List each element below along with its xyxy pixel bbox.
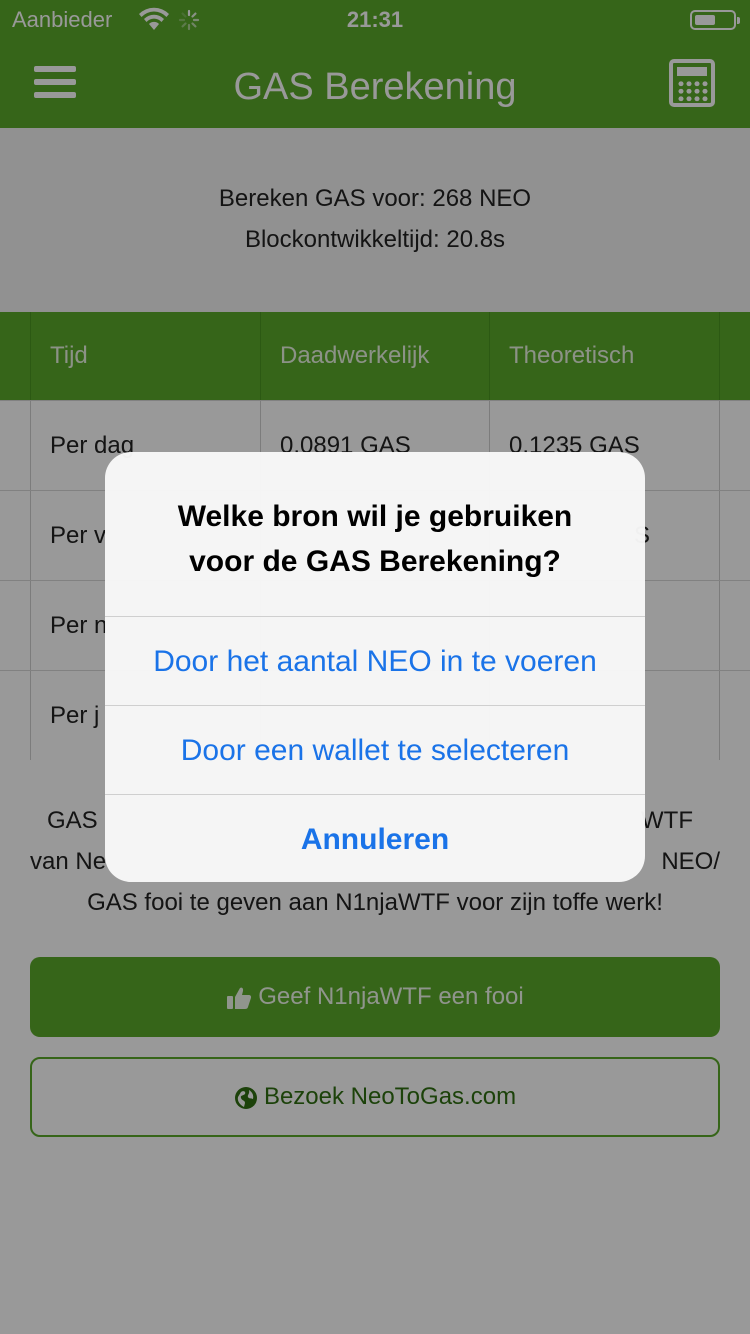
source-selection-alert: Welke bron wil je gebruiken voor de GAS … bbox=[105, 452, 645, 882]
cancel-button[interactable]: Annuleren bbox=[105, 794, 645, 882]
alert-title-line: Welke bron wil je gebruiken bbox=[177, 500, 573, 533]
enter-neo-amount-option[interactable]: Door het aantal NEO in te voeren bbox=[105, 616, 645, 705]
alert-title-line: voor de GAS Berekening? bbox=[189, 545, 561, 578]
alert-title: Welke bron wil je gebruiken voor de GAS … bbox=[135, 494, 615, 584]
select-wallet-option[interactable]: Door een wallet te selecteren bbox=[105, 705, 645, 794]
